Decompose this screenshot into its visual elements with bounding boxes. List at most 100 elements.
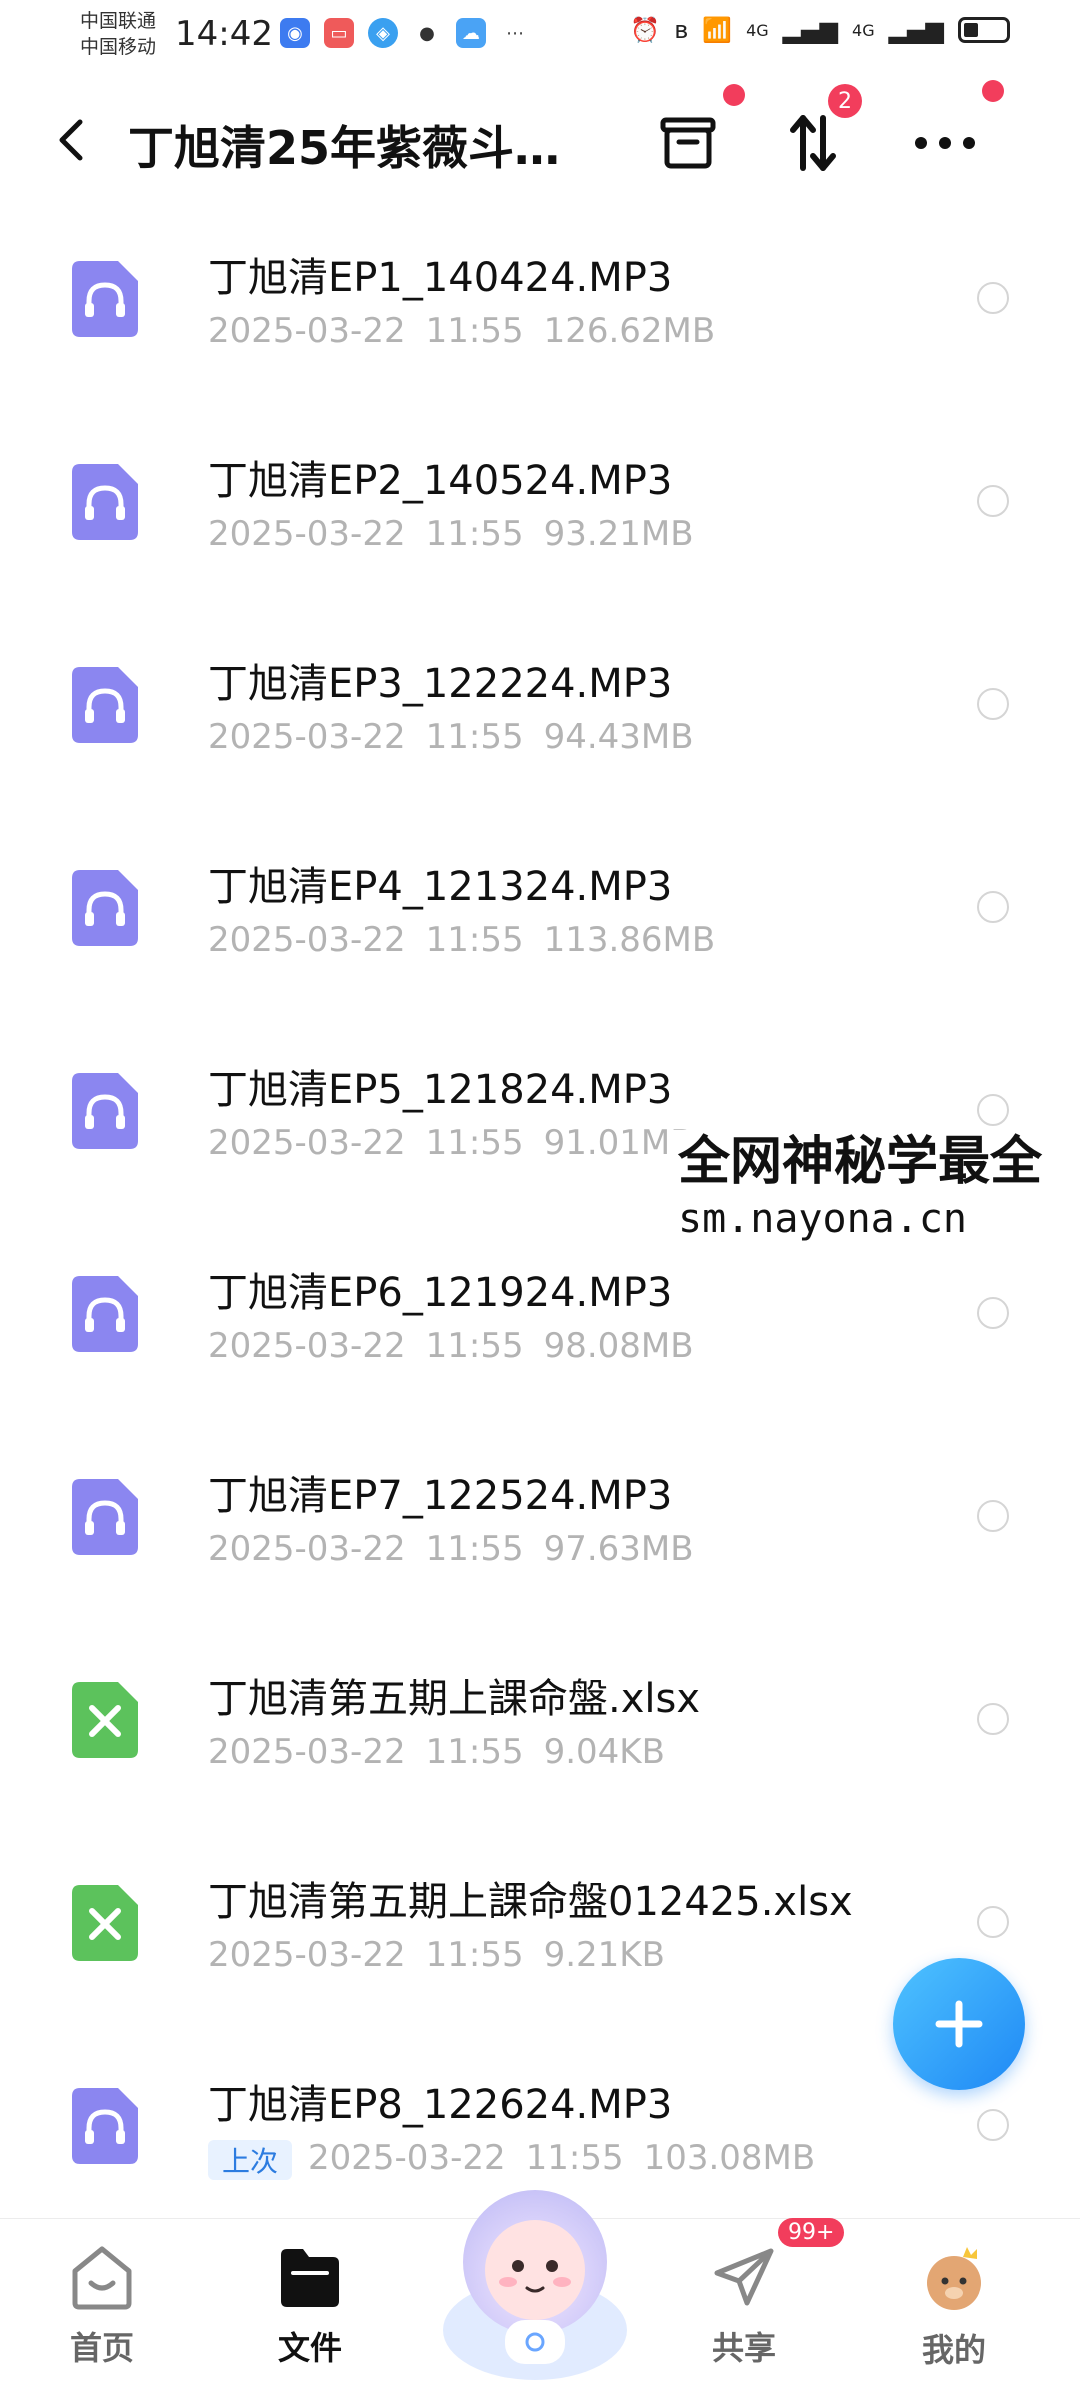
profile-avatar-icon (927, 2247, 981, 2310)
excel-file-icon (72, 1682, 138, 1758)
watermark-line-1: 全网神秘学最全 (678, 1132, 1043, 1192)
file-size: 9.21KB (543, 1935, 665, 1975)
carrier-2: 中国移动 (80, 36, 157, 58)
select-checkbox[interactable] (977, 2109, 1009, 2141)
file-size: 126.62MB (543, 311, 716, 351)
battery-icon (958, 17, 1010, 43)
status-time: 14:42 (175, 14, 273, 54)
file-size: 97.63MB (543, 1529, 694, 1569)
signal-2-label: 4G (852, 20, 875, 40)
file-row[interactable]: 丁旭清第五期上課命盤.xlsx 2025-03-22 11:55 9.04KB (0, 1646, 1080, 1849)
last-opened-tag: 上次 (208, 2139, 293, 2180)
file-size: 93.21MB (543, 514, 694, 554)
tab-home-label: 首页 (69, 2329, 134, 2367)
wechat-notification-icon: ● (419, 22, 435, 44)
mascot-assistant-button[interactable] (430, 2170, 640, 2380)
select-checkbox[interactable] (977, 688, 1009, 720)
top-app-bar: 丁旭清25年紫薇斗… 2 (0, 80, 1080, 200)
notification-icons: ◉ ▭ ◈ ● ☁ ⋯ (280, 18, 530, 48)
file-row[interactable]: 丁旭清EP7_122524.MP3 2025-03-22 11:55 97.63MB (0, 1443, 1080, 1646)
archive-box-icon (660, 117, 716, 169)
file-time: 11:55 (425, 514, 524, 554)
status-bar: 中国联通 中国移动 14:42 ◉ ▭ ◈ ● ☁ ⋯ ⏰ ʙ 📶 4G ▂▄▆… (0, 0, 1080, 72)
carrier-info: 中国联通 中国移动 (80, 8, 156, 60)
share-badge: 99+ (778, 2218, 845, 2247)
file-meta: 2025-03-22 11:55 9.04KB (208, 1732, 665, 1772)
alarm-icon: ⏰ (630, 16, 661, 44)
file-name: 丁旭清EP3_122224.MP3 (208, 661, 673, 707)
file-time: 11:55 (425, 920, 524, 960)
audio-file-icon (72, 464, 138, 540)
mascot-icon (443, 2190, 627, 2380)
signal-1-label: 4G (746, 20, 769, 40)
file-date: 2025-03-22 (208, 920, 406, 960)
weather-notification-icon: ☁ (456, 18, 486, 48)
audio-file-icon (72, 870, 138, 946)
tab-mine[interactable]: 我的 (874, 2243, 1034, 2371)
tab-files[interactable]: 文件 (230, 2243, 390, 2369)
file-row[interactable]: 丁旭清EP1_140424.MP3 2025-03-22 11:55 126.62MB (0, 225, 1080, 428)
file-meta: 2025-03-22 11:55 126.62MB (208, 311, 715, 351)
select-checkbox[interactable] (977, 282, 1009, 314)
watermark-line-2: sm.nayona.cn (678, 1196, 967, 1242)
file-date: 2025-03-22 (208, 1935, 406, 1975)
file-meta: 2025-03-22 11:55 97.63MB (208, 1529, 694, 1569)
file-date: 2025-03-22 (208, 1732, 406, 1772)
archive-button[interactable] (653, 108, 723, 178)
more-notifications-icon: ⋯ (506, 22, 524, 44)
carrier-1: 中国联通 (80, 10, 157, 32)
select-checkbox[interactable] (977, 1094, 1009, 1126)
signal-2-icon: ▂▄▆ (888, 16, 944, 44)
file-size: 98.08MB (543, 1326, 694, 1366)
select-checkbox[interactable] (977, 1703, 1009, 1735)
file-date: 2025-03-22 (208, 311, 406, 351)
select-checkbox[interactable] (977, 891, 1009, 923)
select-checkbox[interactable] (977, 485, 1009, 517)
file-time: 11:55 (425, 1529, 524, 1569)
file-meta: 2025-03-22 11:55 9.21KB (208, 1935, 665, 1975)
audio-file-icon (72, 667, 138, 743)
sort-arrows-icon (790, 115, 836, 171)
bluetooth-icon: ʙ (674, 16, 689, 44)
tab-home[interactable]: 首页 (22, 2243, 182, 2369)
file-time: 11:55 (425, 1935, 524, 1975)
file-date: 2025-03-22 (208, 717, 406, 757)
wifi-icon: 📶 (702, 16, 733, 44)
audio-file-icon (72, 1276, 138, 1352)
select-checkbox[interactable] (977, 1500, 1009, 1532)
file-meta: 2025-03-22 11:55 113.86MB (208, 920, 715, 960)
back-button[interactable] (48, 110, 98, 170)
file-time: 11:55 (425, 1732, 524, 1772)
file-name: 丁旭清EP2_140524.MP3 (208, 458, 673, 504)
file-row[interactable]: 丁旭清EP4_121324.MP3 2025-03-22 11:55 113.86MB (0, 834, 1080, 1037)
more-red-dot (982, 80, 1004, 102)
file-meta: 2025-03-22 11:55 94.43MB (208, 717, 694, 757)
file-meta: 2025-03-22 11:55 98.08MB (208, 1326, 694, 1366)
file-name: 丁旭清第五期上課命盤.xlsx (208, 1676, 701, 1722)
file-time: 11:55 (425, 1123, 524, 1163)
audio-file-icon (72, 1479, 138, 1555)
folder-icon (281, 2249, 339, 2307)
more-options-button[interactable] (910, 108, 980, 178)
file-row[interactable]: 丁旭清EP6_121924.MP3 2025-03-22 11:55 98.08MB (0, 1240, 1080, 1443)
select-checkbox[interactable] (977, 1297, 1009, 1329)
plus-icon (935, 2000, 983, 2048)
file-row[interactable]: 丁旭清EP2_140524.MP3 2025-03-22 11:55 93.21MB (0, 428, 1080, 631)
sort-button[interactable] (778, 108, 848, 178)
more-horizontal-icon (915, 137, 975, 149)
file-date: 2025-03-22 (208, 1123, 406, 1163)
file-time: 11:55 (425, 1326, 524, 1366)
file-size: 113.86MB (543, 920, 716, 960)
file-row[interactable]: 丁旭清EP3_122224.MP3 2025-03-22 11:55 94.43MB (0, 631, 1080, 834)
file-meta: 2025-03-22 11:55 91.01MB (208, 1123, 694, 1163)
chevron-left-icon (59, 119, 83, 161)
file-time: 11:55 (425, 311, 524, 351)
add-fab-button[interactable] (893, 1958, 1025, 2090)
audio-file-icon (72, 1073, 138, 1149)
app-notification-icon: ◉ (280, 18, 310, 48)
file-meta: 2025-03-22 11:55 93.21MB (208, 514, 694, 554)
select-checkbox[interactable] (977, 1906, 1009, 1938)
tab-share[interactable]: 共享 (664, 2243, 824, 2369)
folder-title: 丁旭清25年紫薇斗… (128, 121, 561, 175)
watermark: 全网神秘学最全 sm.nayona.cn (670, 1130, 1080, 1244)
